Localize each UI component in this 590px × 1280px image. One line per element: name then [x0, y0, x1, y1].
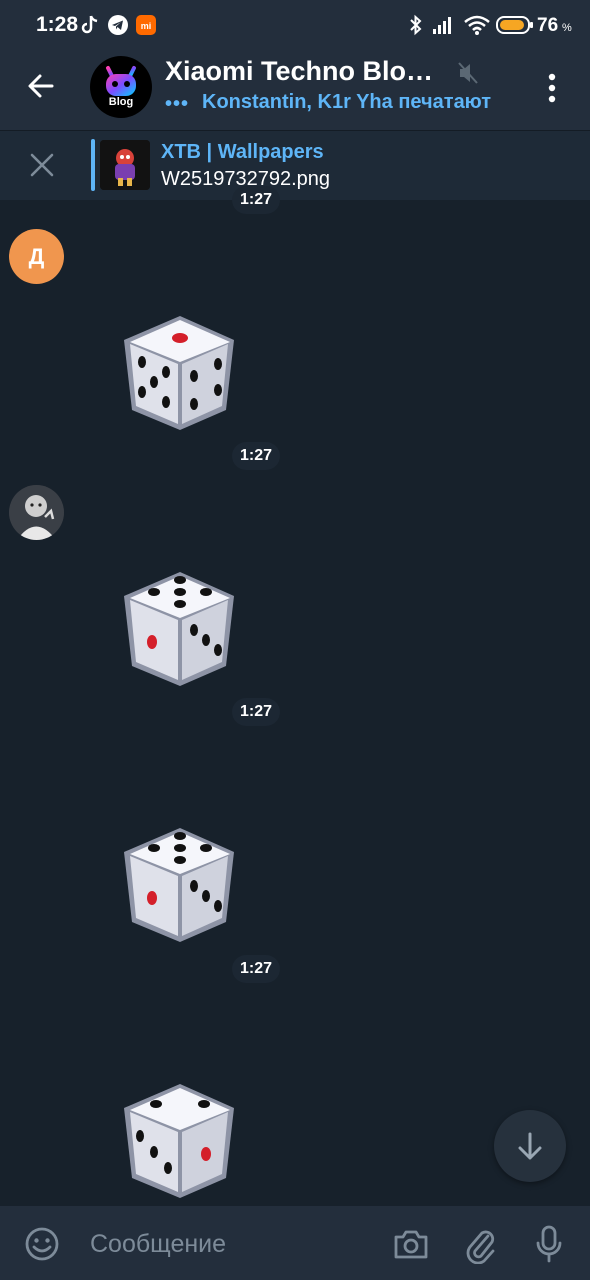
dice-icon [124, 316, 234, 430]
mi-app-icon: mi [136, 15, 156, 35]
more-menu-icon[interactable] [538, 70, 566, 106]
battery-icon [496, 16, 533, 34]
telegram-icon [108, 15, 128, 35]
pinned-thumbnail [100, 140, 150, 190]
chat-title[interactable]: Xiaomi Techno Blo… [165, 56, 433, 87]
battery-level: 76 [537, 15, 559, 36]
chat-header: Blog Xiaomi Techno Blo… ••• Konstantin, … [0, 44, 590, 130]
battery-percent-sign: % [562, 22, 572, 34]
pinned-message-bar[interactable]: XTB | Wallpapers W2519732792.png [0, 130, 590, 200]
close-icon[interactable] [26, 149, 58, 181]
avatar-label: Blog [108, 96, 134, 108]
message-time: 1:27 [232, 186, 280, 214]
microphone-icon[interactable] [534, 1224, 564, 1264]
message-input[interactable] [90, 1226, 370, 1262]
chat-status: Konstantin, K1r Yha печатают [202, 91, 492, 113]
dice-icon [124, 1084, 234, 1198]
message-time: 1:27 [232, 698, 280, 726]
emoji-icon[interactable] [24, 1226, 60, 1262]
typing-indicator: ••• [165, 93, 190, 115]
scroll-down-button[interactable] [494, 1110, 566, 1182]
wifi-icon [464, 15, 490, 35]
dice-icon [124, 572, 234, 686]
wallpaper-thumbnail-icon [100, 140, 150, 190]
status-time: 1:28 [36, 13, 79, 36]
message-time: 1:27 [232, 442, 280, 470]
svg-text:mi: mi [141, 21, 152, 31]
muted-icon [458, 62, 478, 84]
user-photo-icon [9, 485, 64, 540]
signal-icon [433, 17, 451, 34]
sender-avatar[interactable]: Д [9, 229, 64, 284]
camera-icon[interactable] [392, 1226, 430, 1262]
back-arrow-icon[interactable] [22, 66, 62, 106]
bluetooth-icon [410, 14, 422, 36]
blog-logo-icon [106, 66, 136, 96]
chat-avatar[interactable]: Blog [90, 56, 152, 118]
arrow-down-icon [518, 1132, 542, 1160]
pinned-title: XTB | Wallpapers [161, 141, 324, 163]
message-time: 1:27 [232, 955, 280, 983]
pinned-accent-line [91, 139, 95, 191]
sender-avatar[interactable] [9, 485, 64, 540]
message-composer [0, 1206, 590, 1280]
tiktok-icon [81, 15, 98, 34]
dice-icon [124, 828, 234, 942]
attach-icon[interactable] [464, 1224, 498, 1264]
